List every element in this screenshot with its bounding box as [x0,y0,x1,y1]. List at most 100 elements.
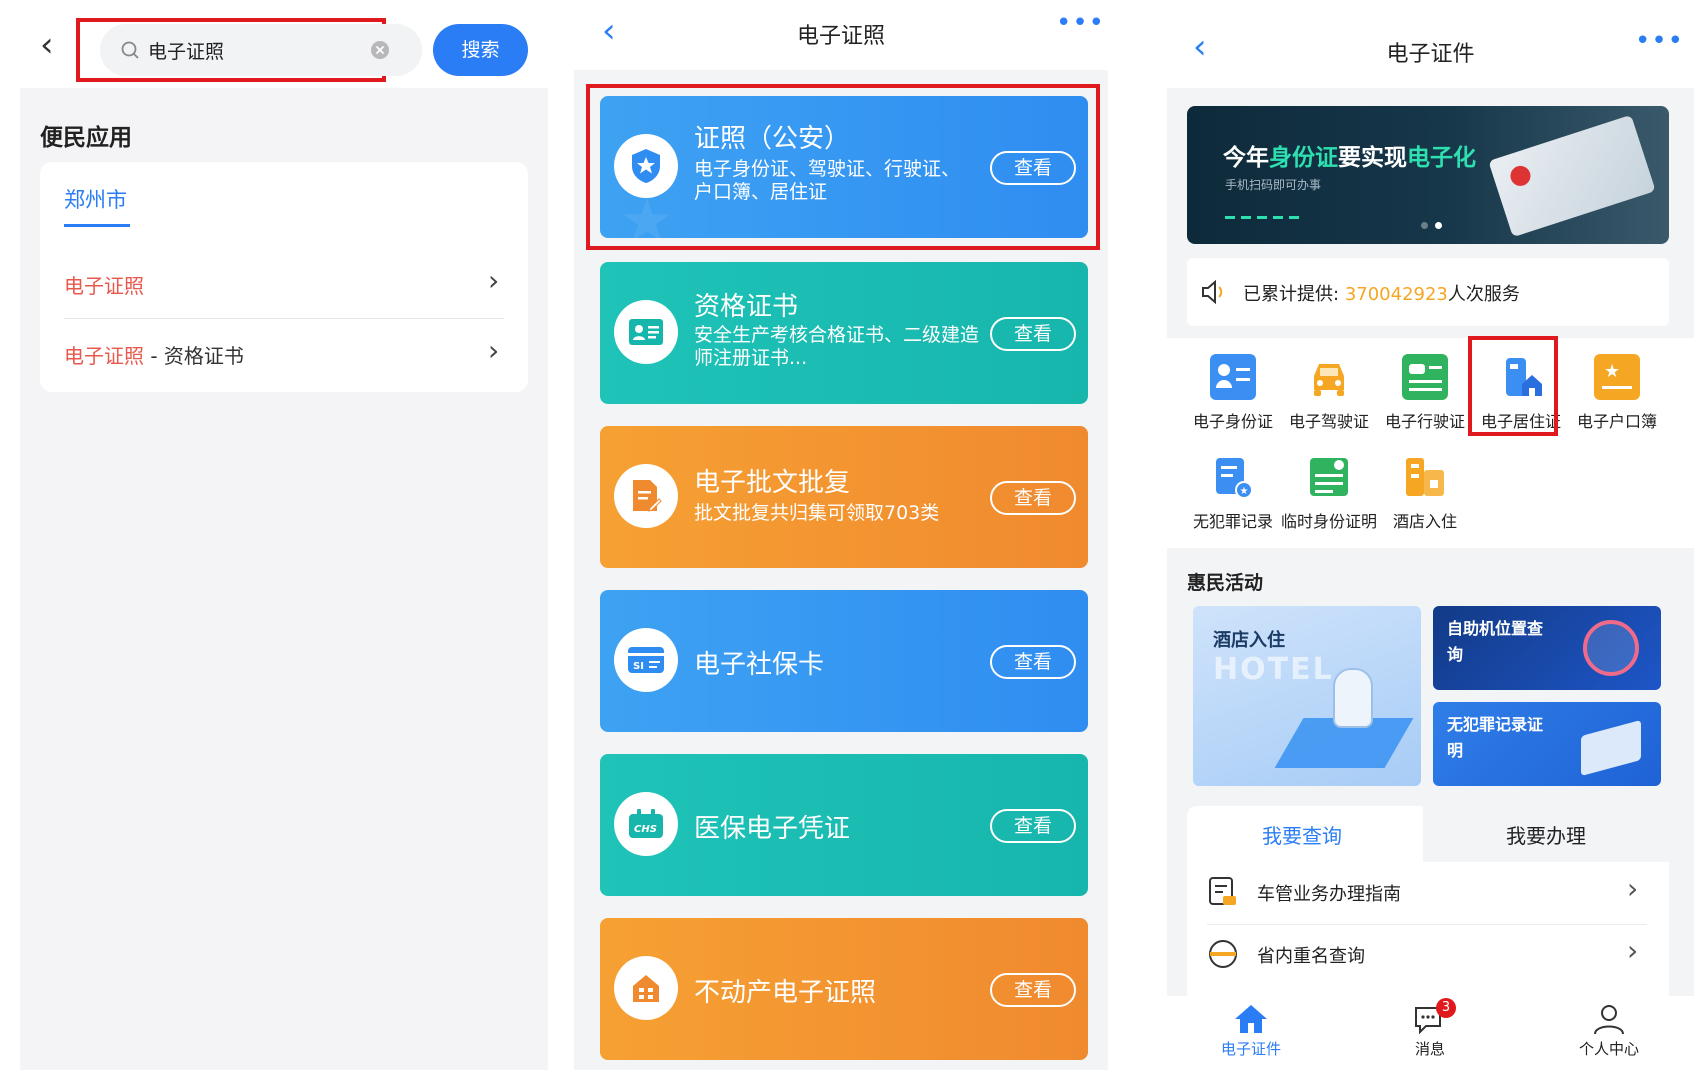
tab-query[interactable]: 我要查询 [1187,806,1417,862]
temp-id-icon [1306,454,1352,500]
view-button[interactable]: 查看 [990,809,1076,843]
search-top-bar: ‹ 电子证照 搜索 [20,0,548,88]
result-rest: - 资格证书 [144,344,244,368]
service-title: 证照（公安） [694,124,851,154]
service-title: 不动产电子证照 [694,978,877,1008]
grid-item-hotel[interactable]: 酒店入住 [1377,454,1473,532]
service-grid: 电子身份证 电子驾驶证 电子行驶证 电子居住证 ★ 电子户口簿 ★ 无犯罪记录 … [1167,338,1694,548]
service-card-real-estate[interactable]: 不动产电子证照 查看 [600,918,1088,1060]
chevron-right-icon: › [488,264,500,297]
shield-star-icon [614,134,678,198]
building-icon [614,956,678,1020]
residence-highlight-box [1468,336,1558,436]
search-input-value: 电子证照 [148,41,225,63]
list-item-name-query[interactable]: 省内重名查询 › [1207,924,1647,984]
result-item[interactable]: 电子证照 - 资格证书 › [40,320,528,386]
page-title: 电子证件 [1386,42,1475,67]
message-badge: 3 [1436,998,1456,1018]
search-icon [121,41,139,59]
city-tab[interactable]: 郑州市 [64,184,127,214]
id-documents-panel: ‹ 电子证件 ••• 今年身份证要实现电子化 手机扫码即可办事 已累计提供: 3… [1167,0,1694,1070]
banner[interactable]: 今年身份证要实现电子化 手机扫码即可办事 [1187,106,1669,244]
nav-bar: ‹ 电子证件 ••• [1167,0,1694,88]
result-card: 郑州市 电子证照 › 电子证照 - 资格证书 › [40,162,528,392]
activity-no-crime[interactable]: 无犯罪记录证明 [1433,702,1661,786]
service-card-social-security[interactable]: SI 电子社保卡 查看 [600,590,1088,732]
counter-label: 已累计提供: [1243,284,1340,305]
banner-subtitle: 手机扫码即可办事 [1225,178,1322,192]
person-icon [1594,1005,1624,1035]
document-edit-icon [614,464,678,528]
page-title: 电子证照 [796,24,885,49]
robot-image [1333,668,1373,728]
svg-text:★: ★ [1240,486,1249,497]
guide-doc-icon [1209,877,1236,905]
grid-item-driver-license[interactable]: 电子驾驶证 [1281,354,1377,432]
service-title: 医保电子凭证 [694,814,851,844]
banner-headline: 今年身份证要实现电子化 [1223,145,1476,171]
id-card-icon [1210,354,1256,400]
service-card-medical[interactable]: CHS 医保电子凭证 查看 [600,754,1088,896]
service-desc: 电子身份证、驾驶证、行驶证、户口簿、居住证 [694,158,961,203]
tab-handle[interactable]: 我要办理 [1423,806,1669,862]
tab-personal-center[interactable]: 个人中心 [1549,996,1669,1059]
view-button[interactable]: 查看 [990,151,1076,185]
clear-icon[interactable] [370,40,390,60]
view-button[interactable]: 查看 [990,481,1076,515]
chevron-right-icon: › [1627,934,1639,967]
certificate-card-icon [614,300,678,364]
document-stack-image [1581,719,1641,777]
search-button[interactable]: 搜索 [433,24,528,76]
magnifier-icon [1583,620,1639,676]
chevron-right-icon: › [1627,872,1639,905]
view-button[interactable]: 查看 [990,973,1076,1007]
svg-text:SI: SI [633,661,644,672]
query-section: 我要查询 我要办理 车管业务办理指南 › 省内重名查询 › [1187,806,1669,996]
service-card-qualification[interactable]: 资格证书 安全生产考核合格证书、二级建造师注册证书... 查看 [600,262,1088,404]
more-icon[interactable]: ••• [1056,8,1105,38]
counter-value: 370042923 [1344,284,1448,305]
activity-kiosk[interactable]: 自助机位置查询 [1433,606,1661,690]
no-crime-record-icon: ★ [1210,454,1256,500]
service-counter: 已累计提供: 370042923人次服务 [1187,258,1669,326]
certificate-panel: ‹ 电子证照 ••• ★ 证照（公安） 电子身份证、驾驶证、行驶证、户口簿、居住… [574,0,1108,1070]
social-security-card-icon: SI [614,628,678,692]
more-icon[interactable]: ••• [1635,26,1684,56]
grid-item-temp-id[interactable]: 临时身份证明 [1281,454,1377,532]
household-register-icon: ★ [1594,354,1640,400]
chevron-right-icon: › [488,334,500,367]
tab-messages[interactable]: 消息 3 [1370,996,1490,1059]
view-button[interactable]: 查看 [990,645,1076,679]
id-card-image [1488,114,1656,238]
back-icon[interactable]: ‹ [40,28,54,62]
vehicle-license-icon [1402,354,1448,400]
section-title: 便民应用 [40,125,132,151]
carousel-dot [1421,222,1428,229]
counter-unit: 人次服务 [1447,284,1520,305]
bottom-tab-bar: 电子证件 消息 3 个人中心 [1167,996,1694,1070]
activity-hotel[interactable]: 酒店入住 HOTEL [1193,606,1421,786]
service-card-approval[interactable]: 电子批文批复 批文批复共归集可领取703类 查看 [600,426,1088,568]
home-icon [1235,1005,1267,1033]
view-button[interactable]: 查看 [990,317,1076,351]
grid-item-no-crime-record[interactable]: ★ 无犯罪记录 [1185,454,1281,532]
service-desc: 安全生产考核合格证书、二级建造师注册证书... [694,324,980,369]
city-tab-underline [64,224,130,227]
list-item-vehicle-guide[interactable]: 车管业务办理指南 › [1207,862,1647,922]
grid-item-household-register[interactable]: ★ 电子户口簿 [1569,354,1665,432]
service-card-police[interactable]: ★ 证照（公安） 电子身份证、驾驶证、行驶证、户口簿、居住证 查看 [600,96,1088,238]
search-input[interactable]: 电子证照 [100,24,422,76]
grid-item-id-card[interactable]: 电子身份证 [1185,354,1281,432]
svg-text:CHS: CHS [634,824,657,835]
service-title: 电子社保卡 [694,650,825,680]
name-query-icon [1209,940,1237,968]
divider [64,318,504,319]
result-item[interactable]: 电子证照 › [40,250,528,316]
result-highlight: 电子证照 [64,344,144,368]
tab-id-documents[interactable]: 电子证件 [1191,996,1311,1059]
service-title: 电子批文批复 [694,468,851,498]
banner-deco [1225,216,1305,219]
grid-item-vehicle-license[interactable]: 电子行驶证 [1377,354,1473,432]
hotel-icon [1402,454,1448,500]
car-icon [1306,354,1352,400]
